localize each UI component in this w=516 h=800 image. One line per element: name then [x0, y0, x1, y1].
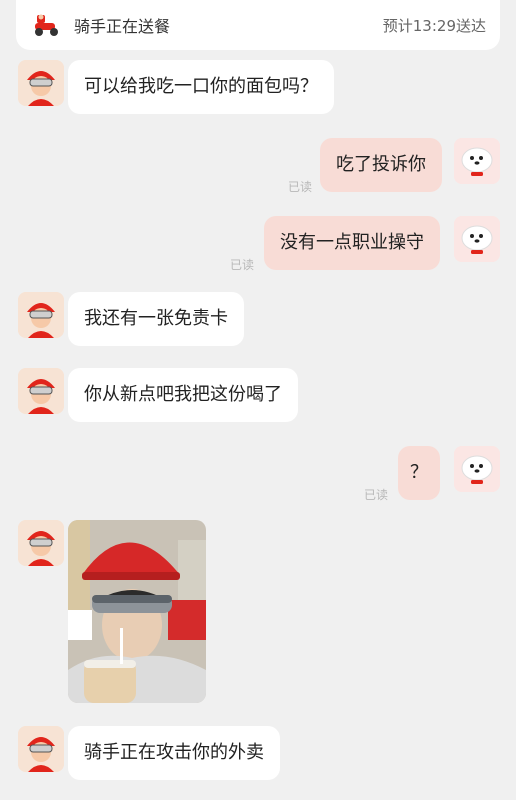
message-bubble[interactable]: 骑手正在攻击你的外卖 — [68, 726, 280, 780]
message-bubble[interactable]: ？ — [398, 446, 440, 500]
jd-dog-avatar-icon[interactable] — [454, 216, 500, 262]
jd-dog-avatar-icon[interactable] — [454, 446, 500, 492]
rider-avatar-icon[interactable] — [18, 726, 64, 772]
message-bubble[interactable]: 我还有一张免责卡 — [68, 292, 244, 346]
status-title: 骑手正在送餐 — [74, 17, 171, 36]
message-photo[interactable] — [68, 520, 206, 703]
read-receipt: 已读 — [288, 180, 313, 194]
rider-avatar-icon[interactable] — [18, 368, 64, 414]
read-receipt: 已读 — [230, 258, 255, 272]
delivery-status-bar[interactable]: 骑手正在送餐 预计13:29送达 — [16, 0, 500, 50]
eta-text: 预计13:29送达 — [382, 16, 486, 35]
delivery-scooter-icon — [32, 12, 62, 38]
message-bubble[interactable]: 可以给我吃一口你的面包吗？ — [68, 60, 334, 114]
rider-avatar-icon[interactable] — [18, 520, 64, 566]
message-bubble[interactable]: 你从新点吧我把这份喝了 — [68, 368, 298, 422]
rider-avatar-icon[interactable] — [18, 292, 64, 338]
message-bubble[interactable]: 没有一点职业操守 — [264, 216, 440, 270]
read-receipt: 已读 — [364, 488, 389, 502]
rider-avatar-icon[interactable] — [18, 60, 64, 106]
message-bubble[interactable]: 吃了投诉你 — [320, 138, 442, 192]
jd-dog-avatar-icon[interactable] — [454, 138, 500, 184]
